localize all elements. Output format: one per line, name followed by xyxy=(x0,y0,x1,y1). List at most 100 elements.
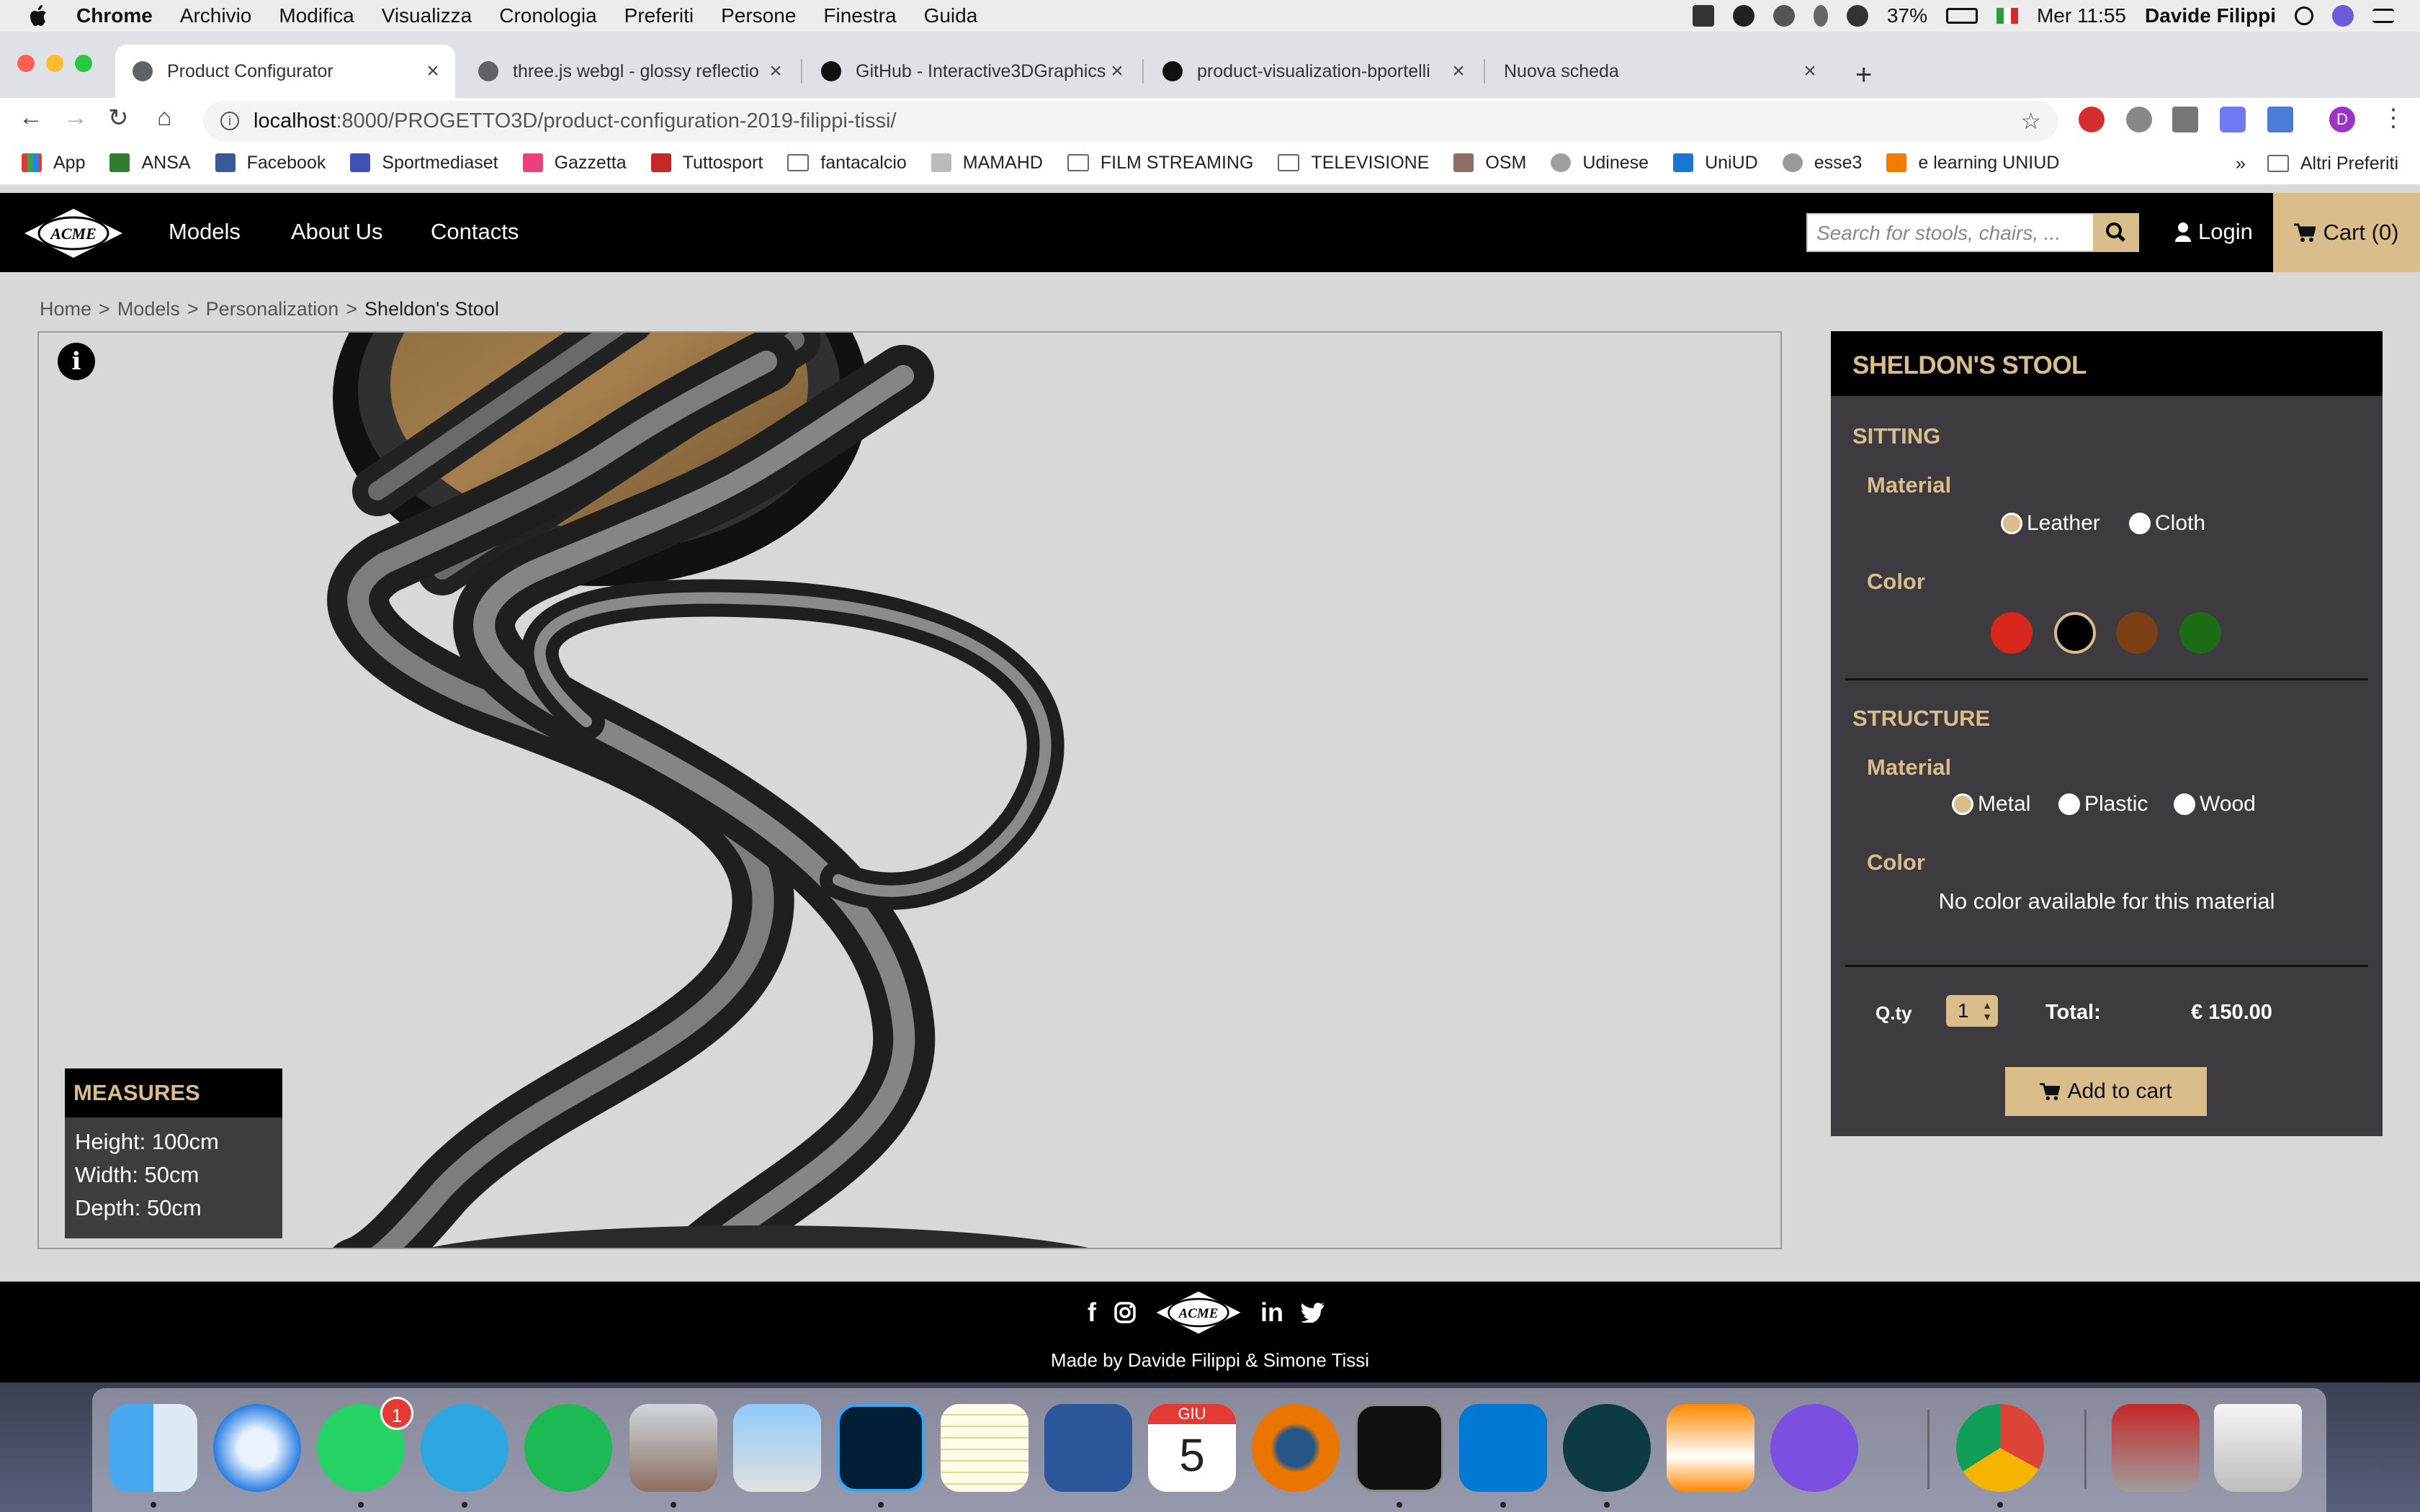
telegram-status-icon[interactable] xyxy=(1732,5,1754,27)
chrome-icon[interactable] xyxy=(1956,1404,2044,1492)
bookmark-ansa[interactable]: ANSA xyxy=(109,153,191,174)
extension-circle-icon[interactable] xyxy=(2126,107,2152,132)
chrome-menu-icon[interactable]: ⋮ xyxy=(2381,104,2406,132)
quantity-stepper[interactable]: 1 ▲ ▼ xyxy=(1946,995,1998,1027)
bookmark-gazzetta[interactable]: Gazzetta xyxy=(522,153,627,174)
close-tab-icon[interactable]: × xyxy=(422,59,444,84)
menu-visualizza[interactable]: Visualizza xyxy=(382,4,472,27)
imovie-icon[interactable] xyxy=(1770,1404,1858,1492)
bookmark-film-streaming[interactable]: FILM STREAMING xyxy=(1067,153,1253,174)
maximize-window-button[interactable] xyxy=(75,55,92,72)
bookmark-facebook[interactable]: Facebook xyxy=(215,153,326,174)
terminal-icon[interactable] xyxy=(1355,1404,1443,1492)
reload-icon[interactable]: ↻ xyxy=(108,104,129,132)
tab-github-interactive[interactable]: GitHub - Interactive3DGraphics × xyxy=(804,45,1139,98)
twitter-icon[interactable] xyxy=(1301,1302,1325,1323)
gitkraken-icon[interactable] xyxy=(1563,1404,1651,1492)
stepper-arrows-icon[interactable]: ▲ ▼ xyxy=(1982,999,1992,1022)
acme-footer-logo[interactable]: ACME xyxy=(1154,1289,1243,1336)
menu-archivio[interactable]: Archivio xyxy=(180,4,252,27)
siri-icon[interactable] xyxy=(2332,5,2354,27)
nav-models[interactable]: Models xyxy=(169,219,241,245)
home-icon[interactable]: ⌂ xyxy=(157,104,172,132)
close-tab-icon[interactable]: × xyxy=(765,59,786,84)
nav-about-us[interactable]: About Us xyxy=(291,219,383,245)
blender-icon[interactable] xyxy=(1252,1404,1340,1492)
wifi-icon[interactable] xyxy=(1846,5,1868,27)
product-3d-viewer[interactable]: i MEASURES Height: 100cm Width: 50cm Dep… xyxy=(37,331,1782,1249)
radio-wood[interactable]: Wood xyxy=(2174,792,2256,816)
colorful-extension-icon[interactable] xyxy=(2220,107,2246,132)
more-bookmarks-button[interactable]: » xyxy=(2236,153,2246,174)
calendar-icon[interactable]: GIU 5 xyxy=(1148,1404,1236,1492)
pen-extension-icon[interactable] xyxy=(2267,107,2293,132)
menu-guida[interactable]: Guida xyxy=(924,4,978,27)
dropbox-icon[interactable] xyxy=(1692,5,1714,27)
menu-persone[interactable]: Persone xyxy=(721,4,796,27)
bookmark-elearning[interactable]: e learning UNIUD xyxy=(1886,153,2059,174)
recycle-extension-icon[interactable] xyxy=(2172,107,2198,132)
telegram-icon[interactable] xyxy=(421,1404,508,1492)
tab-product-configurator[interactable]: Product Configurator × xyxy=(115,45,455,98)
site-info-icon[interactable]: i xyxy=(220,112,239,130)
bookmark-uniud[interactable]: UniUD xyxy=(1673,153,1758,174)
bookmark-fantacalcio[interactable]: fantacalcio xyxy=(787,153,907,174)
tab-threejs[interactable]: three.js webgl - glossy reflectio × xyxy=(461,45,798,98)
trash-icon[interactable] xyxy=(2214,1404,2302,1492)
search-input[interactable]: Search for stools, chairs, ... xyxy=(1806,213,2094,252)
back-arrow-icon[interactable]: ← xyxy=(19,104,43,132)
tab-product-visualization[interactable]: product-visualization-bportelli × xyxy=(1145,45,1481,98)
cart-button[interactable]: Cart (0) xyxy=(2273,193,2420,272)
menu-cronologia[interactable]: Cronologia xyxy=(499,4,596,27)
menu-modifica[interactable]: Modifica xyxy=(279,4,354,27)
stool-3d-render[interactable] xyxy=(39,333,1782,1249)
color-swatch-red[interactable] xyxy=(1991,612,2033,654)
radio-cloth[interactable]: Cloth xyxy=(2129,511,2205,536)
instagram-icon[interactable] xyxy=(1113,1301,1137,1324)
bluetooth-icon[interactable] xyxy=(1813,5,1828,27)
search-button[interactable] xyxy=(2093,213,2139,252)
spotlight-search-icon[interactable] xyxy=(2295,6,2313,25)
vlc-icon[interactable] xyxy=(1667,1404,1754,1492)
bookmark-esse3[interactable]: esse3 xyxy=(1782,153,1862,174)
safari-icon[interactable] xyxy=(213,1404,301,1492)
breadcrumb-personalization[interactable]: Personalization xyxy=(206,298,339,320)
adblock-plus-icon[interactable] xyxy=(2079,107,2105,132)
tab-new[interactable]: Nuova scheda × xyxy=(1487,45,1832,98)
apple-logo-icon[interactable] xyxy=(29,5,48,27)
add-to-cart-button[interactable]: Add to cart xyxy=(2005,1067,2207,1116)
minimize-window-button[interactable] xyxy=(46,55,63,72)
new-tab-button[interactable]: + xyxy=(1855,59,1872,91)
vscode-icon[interactable] xyxy=(1459,1404,1547,1492)
screenshot-app-icon[interactable] xyxy=(2112,1404,2200,1492)
radio-dot-selected[interactable] xyxy=(2001,513,2022,534)
battery-icon[interactable] xyxy=(1945,8,1978,24)
word-icon[interactable] xyxy=(1044,1404,1132,1492)
color-swatch-green[interactable] xyxy=(2179,612,2221,654)
radio-metal[interactable]: Metal xyxy=(1952,792,2030,816)
bookmark-mamahd[interactable]: MAMAHD xyxy=(931,153,1043,174)
login-button[interactable]: Login xyxy=(2175,219,2253,245)
radio-leather[interactable]: Leather xyxy=(2001,511,2100,536)
menu-user-name[interactable]: Davide Filippi xyxy=(2145,4,2276,27)
linkedin-icon[interactable]: in xyxy=(1260,1297,1283,1328)
bookmark-udinese[interactable]: Udinese xyxy=(1551,153,1649,174)
close-tab-icon[interactable]: × xyxy=(1106,59,1128,84)
bookmark-apps[interactable]: App xyxy=(22,153,85,174)
italian-flag-icon[interactable] xyxy=(1996,8,2018,24)
address-bar[interactable]: i localhost :8000/PROGETTO3D/product-con… xyxy=(203,101,2058,141)
breadcrumb-models[interactable]: Models xyxy=(117,298,180,320)
acme-logo[interactable]: ACME xyxy=(22,206,125,261)
radio-dot[interactable] xyxy=(2129,513,2151,534)
breadcrumb-home[interactable]: Home xyxy=(40,298,91,320)
notification-center-icon[interactable] xyxy=(2372,9,2394,23)
info-icon[interactable]: i xyxy=(58,343,95,380)
menu-finestra[interactable]: Finestra xyxy=(823,4,896,27)
menu-preferiti[interactable]: Preferiti xyxy=(624,4,694,27)
close-tab-icon[interactable]: × xyxy=(1799,59,1821,84)
bookmark-sportmediaset[interactable]: Sportmediaset xyxy=(350,153,498,174)
radio-plastic[interactable]: Plastic xyxy=(2058,792,2148,816)
mail-icon[interactable] xyxy=(629,1404,717,1492)
preview-icon[interactable] xyxy=(733,1404,821,1492)
bookmark-altri-preferiti[interactable]: Altri Preferiti xyxy=(2267,153,2398,174)
